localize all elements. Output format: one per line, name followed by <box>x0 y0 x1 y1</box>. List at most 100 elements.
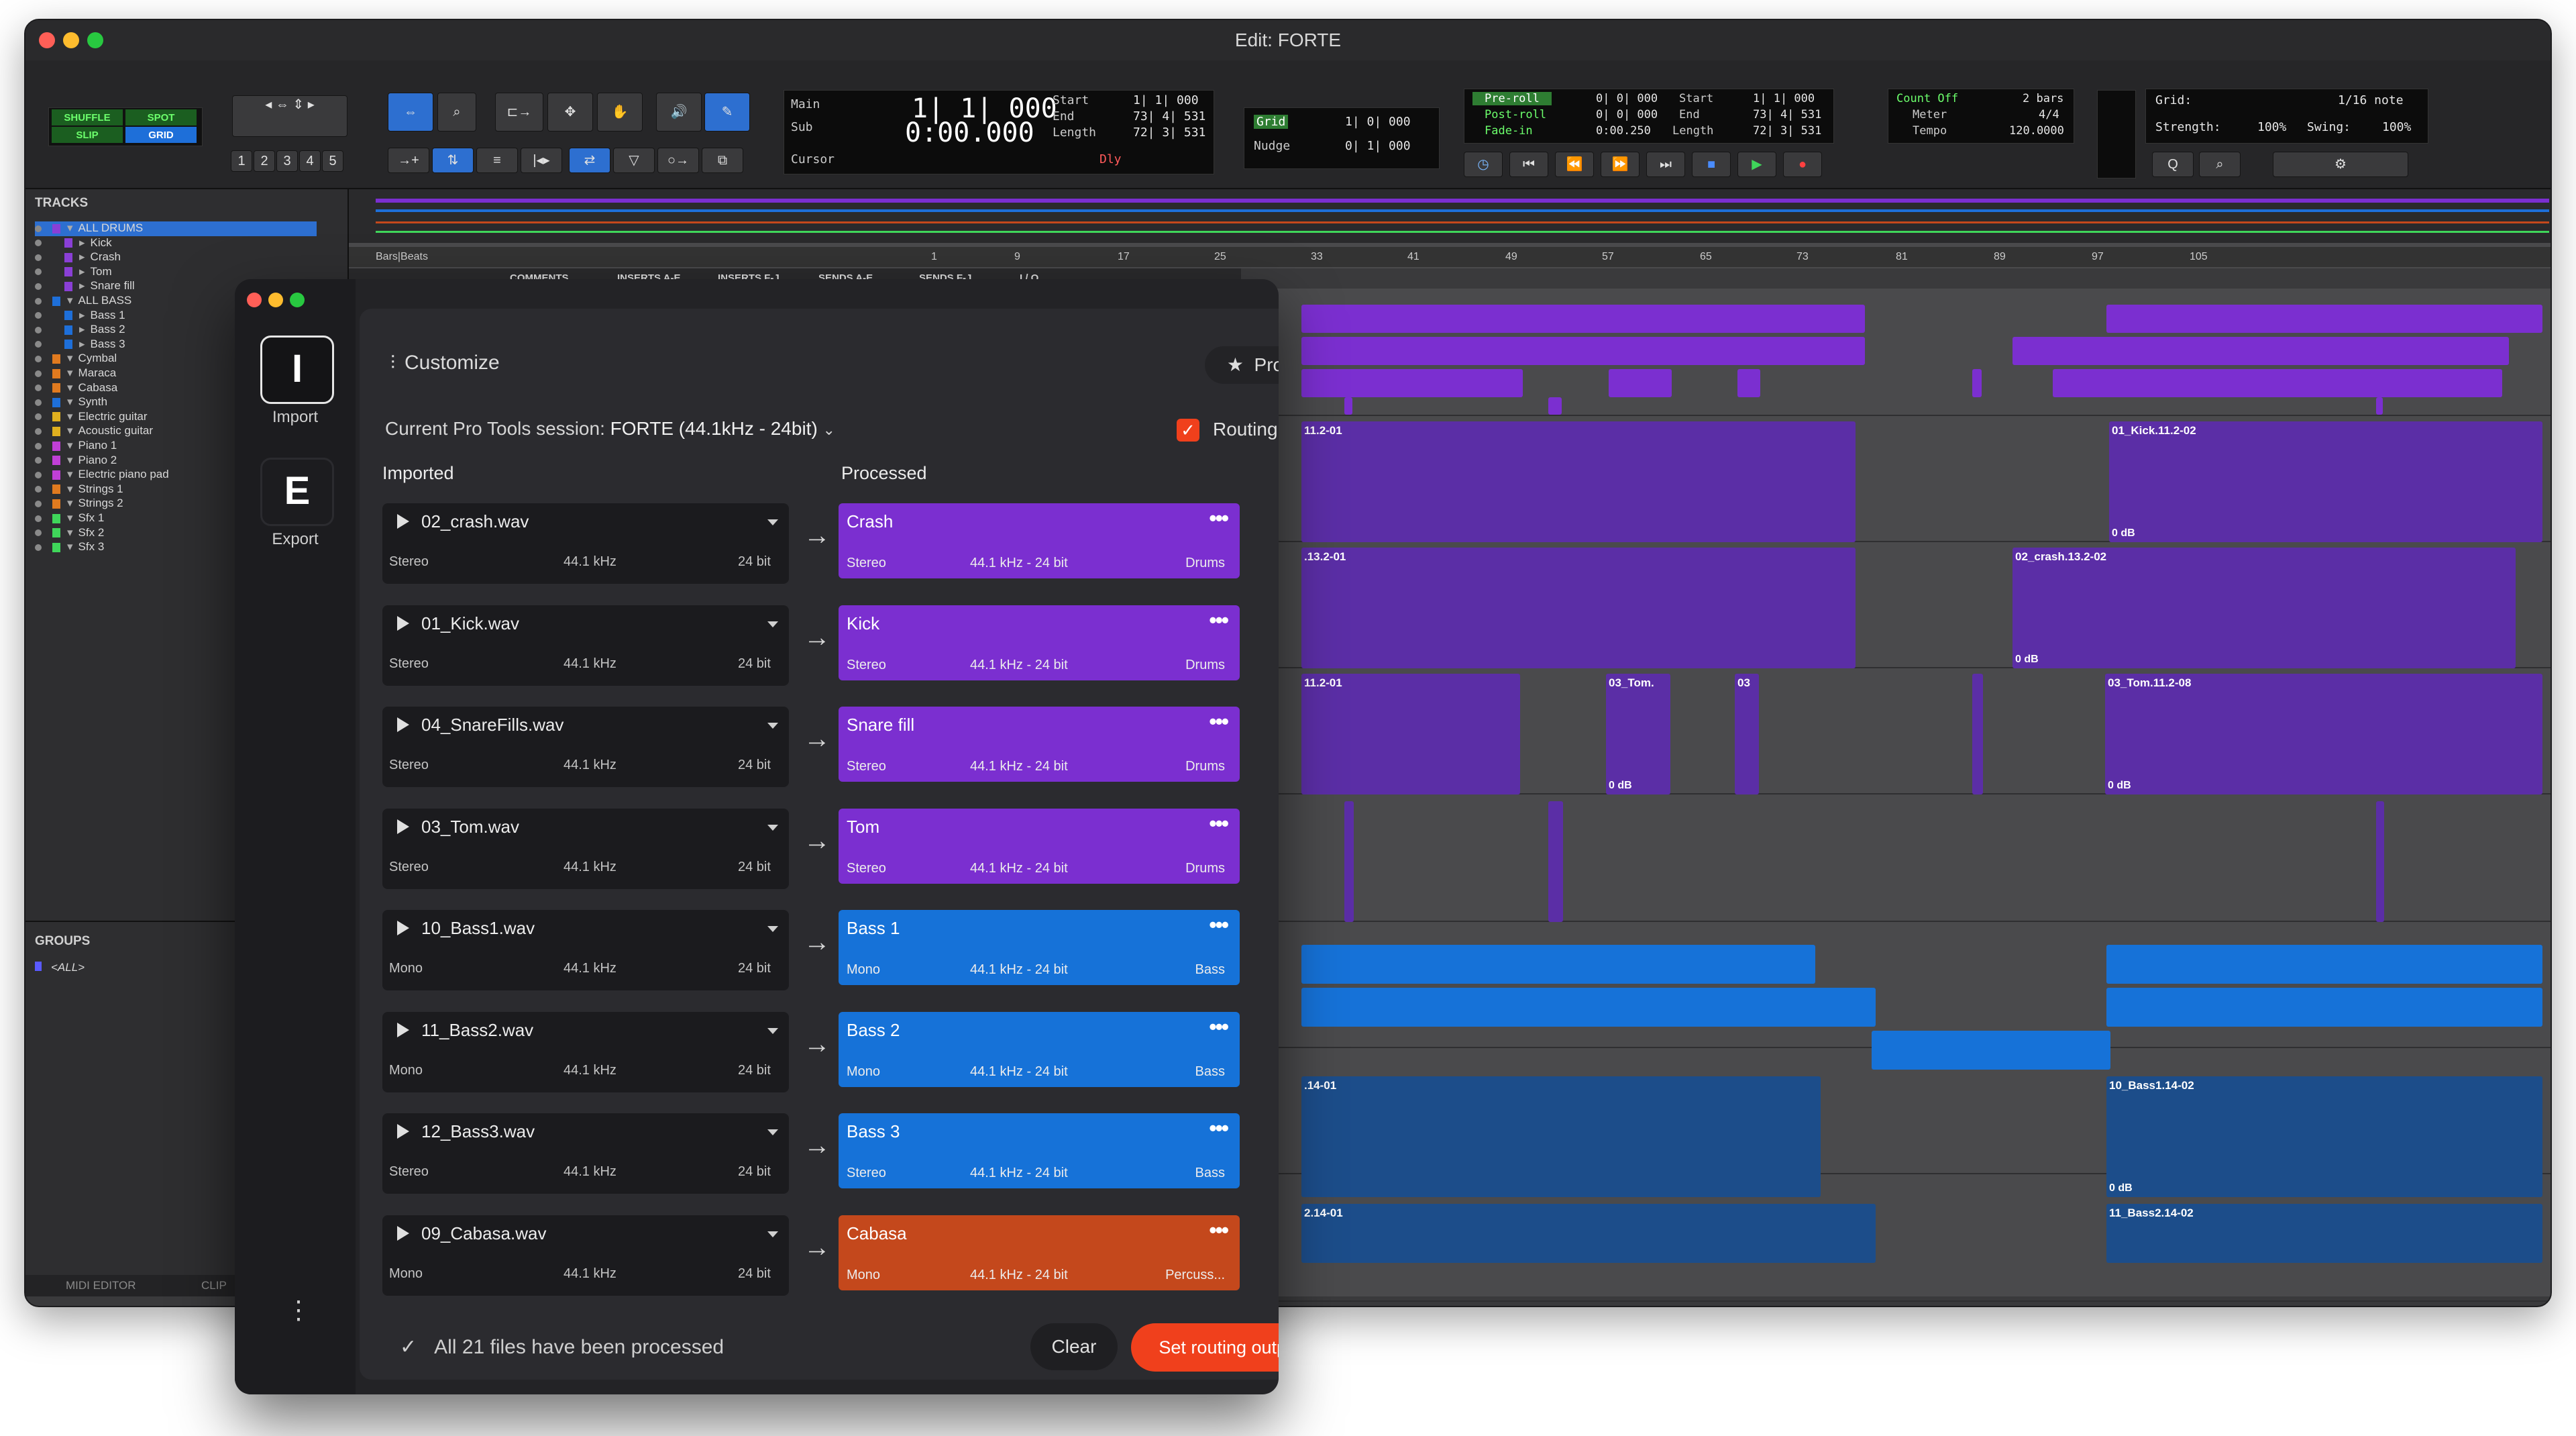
more-options-icon[interactable]: ••• <box>1209 811 1229 836</box>
export-button[interactable]: E <box>260 458 334 526</box>
track-list-item[interactable]: ▾ Strings 2 <box>35 497 123 511</box>
more-options-icon[interactable]: ••• <box>1209 1218 1229 1243</box>
clip[interactable] <box>2106 305 2542 333</box>
tool-option-4[interactable]: |◂▸ <box>521 148 562 173</box>
track-list-item[interactable]: ▾ Electric guitar <box>35 410 148 425</box>
processed-track-row[interactable]: Tom ••• Stereo 44.1 kHz - 24 bit Drums <box>839 808 1240 884</box>
clip[interactable] <box>2053 369 2502 397</box>
online-button[interactable]: ◷ <box>1464 152 1503 177</box>
clip[interactable] <box>1301 305 1865 333</box>
chevron-down-icon[interactable] <box>767 519 778 525</box>
processed-track-row[interactable]: Bass 3 ••• Stereo 44.1 kHz - 24 bit Bass <box>839 1113 1240 1188</box>
quantize-settings-button[interactable]: ⚙ <box>2273 152 2408 177</box>
track-expand-icon[interactable]: ▸ <box>79 250 85 263</box>
clip[interactable] <box>1301 369 1523 397</box>
ruler-bar[interactable]: Bars|Beats 1 9 17 25 33 41 49 57 65 73 81 89 97 105 <box>349 247 2551 267</box>
chevron-down-icon[interactable] <box>767 824 778 831</box>
session-info[interactable]: Current Pro Tools session: FORTE (44.1kH… <box>385 418 835 440</box>
audio-clip-bass1[interactable]: .14-01 <box>1301 1076 1821 1197</box>
track-expand-icon[interactable]: ▾ <box>67 439 73 452</box>
imported-file-row[interactable]: 09_Cabasa.wav Mono 44.1 kHz 24 bit <box>382 1215 789 1296</box>
clip[interactable] <box>1548 397 1562 415</box>
track-expand-icon[interactable]: ▾ <box>67 352 73 364</box>
track-list-item[interactable]: ▸ Bass 2 <box>35 323 125 338</box>
track-list-item[interactable]: ▾ ALL BASS <box>35 294 131 309</box>
chevron-down-icon[interactable] <box>767 621 778 627</box>
clip[interactable] <box>2106 988 2542 1027</box>
track-active-dot[interactable] <box>35 268 42 276</box>
stop-button[interactable]: ■ <box>1692 152 1731 177</box>
shuffle-mode-button[interactable]: SHUFFLE <box>52 109 123 125</box>
more-options-icon[interactable]: ••• <box>1209 608 1229 633</box>
pencil-tool-button[interactable]: ✎ <box>704 93 750 132</box>
track-expand-icon[interactable]: ▸ <box>79 309 85 321</box>
track-expand-icon[interactable]: ▾ <box>67 221 73 234</box>
search-tool-button[interactable]: ⌕ <box>437 93 476 132</box>
track-active-dot[interactable] <box>35 486 42 493</box>
tool-option-2[interactable]: ⇅ <box>432 148 474 173</box>
zoom-window-button[interactable] <box>87 32 103 48</box>
processed-track-row[interactable]: Cabasa ••• Mono 44.1 kHz - 24 bit Percuss... <box>839 1215 1240 1290</box>
play-icon[interactable] <box>397 819 409 834</box>
imported-file-row[interactable]: 12_Bass3.wav Stereo 44.1 kHz 24 bit <box>382 1113 789 1194</box>
audio-clip-tom[interactable]: 11.2-01 <box>1301 674 1520 794</box>
audio-clip-bass1-2[interactable]: 10_Bass1.14-02 0 dB <box>2106 1076 2542 1197</box>
track-active-dot[interactable] <box>35 471 42 478</box>
tool-option-6[interactable]: ▽ <box>613 148 655 173</box>
track-active-dot[interactable] <box>35 370 42 377</box>
track-list-item[interactable]: ▸ Bass 3 <box>35 338 125 352</box>
clip[interactable] <box>2376 397 2383 415</box>
track-active-dot[interactable] <box>35 515 42 522</box>
track-expand-icon[interactable]: ▾ <box>67 395 73 408</box>
track-expand-icon[interactable]: ▾ <box>67 540 73 553</box>
audio-clip-tom-3[interactable]: 03 <box>1735 674 1759 794</box>
more-options-icon[interactable]: ••• <box>1209 1015 1229 1039</box>
trim-tool-button[interactable]: ⊏→ <box>495 93 543 132</box>
record-button[interactable]: ● <box>1783 152 1822 177</box>
track-list-item[interactable]: ▾ Sfx 1 <box>35 511 104 526</box>
rewind-button[interactable]: ⏪ <box>1555 152 1594 177</box>
minimize-window-button[interactable] <box>63 32 79 48</box>
imported-file-row[interactable]: 03_Tom.wav Stereo 44.1 kHz 24 bit <box>382 808 789 889</box>
zoom-controls[interactable]: ◂ ⇔ ⇕ ▸ <box>232 95 347 137</box>
more-options-icon[interactable]: ••• <box>1209 709 1229 734</box>
processed-track-row[interactable]: Snare fill ••• Stereo 44.1 kHz - 24 bit Drum… <box>839 707 1240 782</box>
app-zoom-button[interactable] <box>290 293 305 307</box>
app-close-button[interactable] <box>247 293 262 307</box>
track-active-dot[interactable] <box>35 240 42 247</box>
clip[interactable] <box>1301 945 1815 984</box>
tool-option-5[interactable]: ⇄ <box>569 148 610 173</box>
processed-track-row[interactable]: Bass 1 ••• Mono 44.1 kHz - 24 bit Bass <box>839 910 1240 985</box>
imported-file-row[interactable]: 10_Bass1.wav Mono 44.1 kHz 24 bit <box>382 910 789 990</box>
track-active-dot[interactable] <box>35 312 42 319</box>
slip-mode-button[interactable]: SLIP <box>52 127 123 143</box>
audio-clip-crash-2[interactable]: 02_crash.13.2-02 0 dB <box>2012 548 2516 668</box>
play-icon[interactable] <box>397 1124 409 1139</box>
more-options-icon[interactable]: ••• <box>1209 506 1229 531</box>
tool-option-3[interactable]: ≡ <box>476 148 518 173</box>
quantize-button[interactable]: Q <box>2152 152 2194 177</box>
main-counter-display[interactable]: Main 1| 1| 000 Sub 0:00.000 Start End Le… <box>784 90 1214 174</box>
clip-tab[interactable]: CLIP <box>201 1275 227 1296</box>
track-list-item[interactable]: ▾ Cymbal <box>35 352 117 366</box>
routing-checkbox[interactable]: ✓ <box>1177 419 1199 442</box>
clip[interactable] <box>1344 397 1352 415</box>
track-list-item[interactable]: ▸ Snare fill <box>35 279 135 294</box>
play-icon[interactable] <box>397 1225 409 1241</box>
track-expand-icon[interactable]: ▾ <box>67 511 73 524</box>
track-expand-icon[interactable]: ▾ <box>67 366 73 379</box>
track-active-dot[interactable] <box>35 326 42 334</box>
track-list-item[interactable]: ▾ Strings 1 <box>35 482 123 497</box>
grid-nudge-display[interactable]: Grid 1| 0| 000 Nudge 0| 1| 000 <box>1244 107 1440 169</box>
more-options-icon[interactable]: ••• <box>1209 913 1229 937</box>
track-expand-icon[interactable]: ▸ <box>79 323 85 336</box>
track-expand-icon[interactable]: ▾ <box>67 381 73 394</box>
clip[interactable] <box>1972 369 1982 397</box>
track-list-item[interactable]: ▾ Piano 2 <box>35 454 117 468</box>
clear-button[interactable]: Clear <box>1030 1323 1118 1370</box>
track-list-item[interactable]: ▾ Electric piano pad <box>35 468 169 482</box>
processed-track-row[interactable]: Crash ••• Stereo 44.1 kHz - 24 bit Drums <box>839 503 1240 578</box>
audio-clip-bass2-2[interactable]: 11_Bass2.14-02 <box>2106 1204 2542 1263</box>
quantize-search-button[interactable]: ⌕ <box>2199 152 2241 177</box>
clip[interactable] <box>1301 988 1876 1027</box>
